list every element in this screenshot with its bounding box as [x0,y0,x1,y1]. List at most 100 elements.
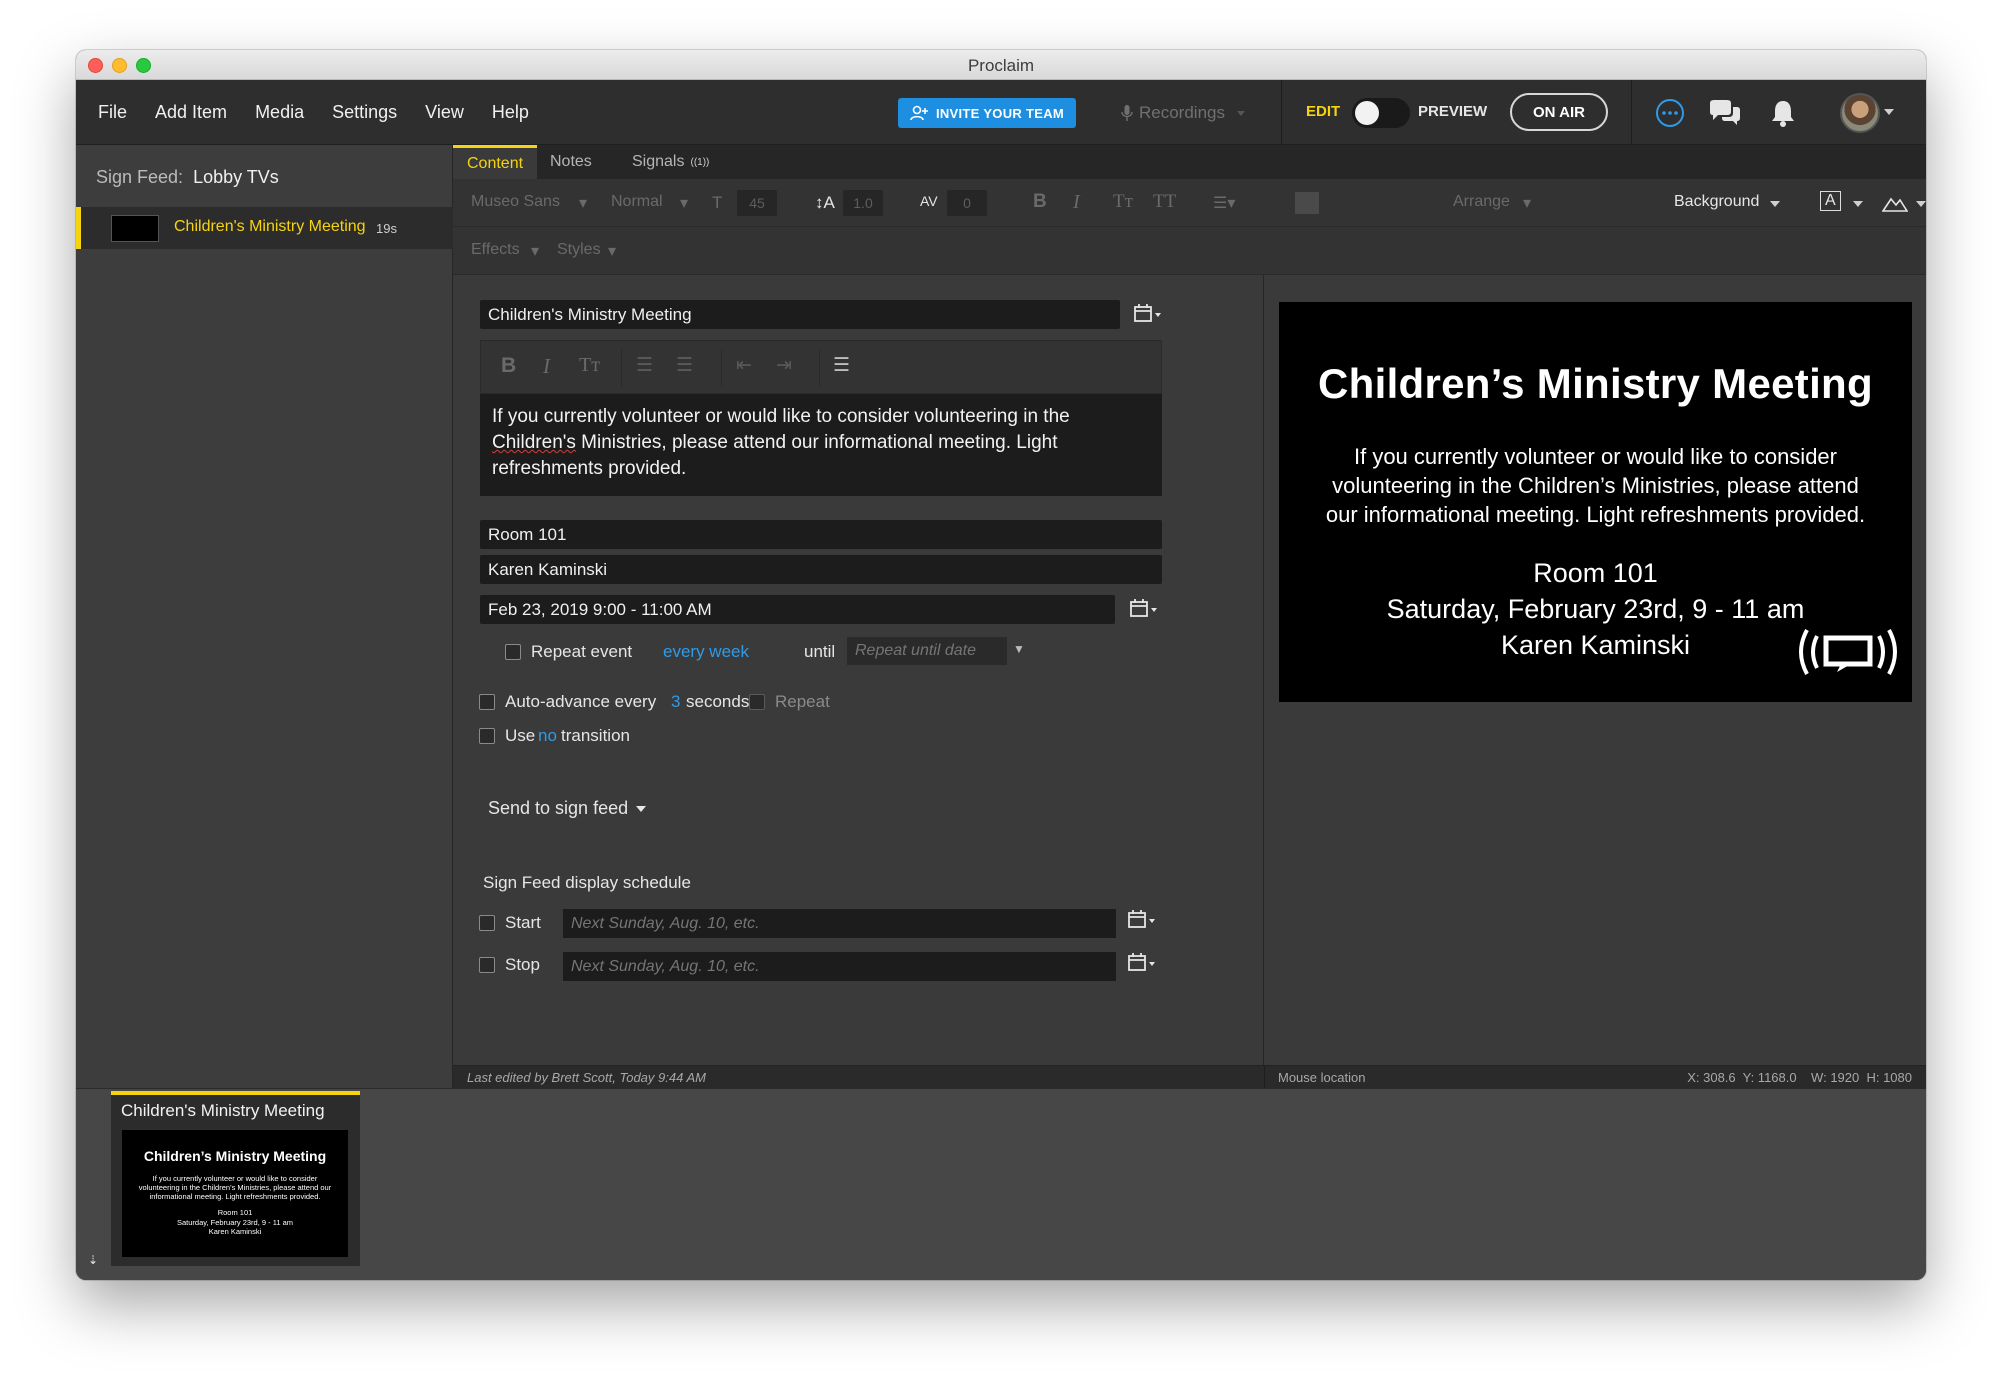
slide-card[interactable]: Children's Ministry Meeting Children’s M… [111,1091,360,1266]
menu-media[interactable]: Media [255,102,304,123]
text-case-icon[interactable]: Tт [579,354,600,377]
recordings-label: Recordings [1139,103,1225,122]
align-icon[interactable]: ☰▾ [1213,193,1235,213]
title-field[interactable]: Children's Ministry Meeting [480,300,1120,329]
outdent-icon[interactable]: ⇤ [736,354,752,377]
slide-body: If you currently volunteer or would like… [1325,444,1866,527]
text-case-icon[interactable]: Tт [1113,191,1133,213]
menu-settings[interactable]: Settings [332,102,397,123]
thumb-date: Saturday, February 23rd, 9 - 11 am [176,1217,294,1227]
stop-date-input[interactable] [563,952,1116,981]
send-to-sign-feed-dropdown[interactable]: Send to sign feed [488,798,647,819]
slide-thumbnail [111,215,159,242]
collapse-strip-icon[interactable]: ⇣ [88,1253,98,1267]
more-options-button[interactable] [1653,96,1687,130]
color-swatch[interactable] [1295,192,1319,214]
repeat-event-checkbox[interactable] [505,644,521,660]
schedule-heading: Sign Feed display schedule [483,873,691,892]
sidebar-item-childrens-ministry-meeting[interactable]: Children's Ministry Meeting 19s [76,207,453,249]
divider [721,349,722,387]
add-user-icon [910,105,928,121]
transition-type-link[interactable]: no [538,726,557,746]
editor-tabs: Content Notes Signals ((1)) [453,145,1926,179]
italic-icon[interactable]: I [543,354,550,379]
background-menu[interactable]: Background [1674,193,1759,211]
repeat-frequency-link[interactable]: every week [663,642,749,662]
on-air-button[interactable]: ON AIR [1510,93,1608,131]
divider [1264,1066,1265,1089]
sidebar: Sign Feed: Lobby TVs Children's Ministry … [76,145,453,1088]
repeat-event-label: Repeat event [531,642,633,661]
menu-view[interactable]: View [425,102,464,123]
calendar-icon[interactable] [1127,952,1161,974]
sign-feed-header[interactable]: Sign Feed: Lobby TVs [96,167,279,188]
repeat-slides-checkbox[interactable] [749,694,765,710]
datetime-field[interactable]: Feb 23, 2019 9:00 - 11:00 AM [480,595,1115,624]
tab-notes[interactable]: Notes [536,145,606,179]
start-checkbox[interactable] [479,915,495,931]
chevron-down-icon: ▾ [608,243,617,260]
slide-preview[interactable]: Children’s Ministry Meeting If you curre… [1279,302,1912,702]
start-label: Start [505,913,541,932]
chevron-down-icon[interactable] [1884,109,1894,115]
styles-menu[interactable]: Styles [557,241,601,259]
font-size-field[interactable]: 45 [737,190,777,216]
thumb-details: Room 101 Saturday, February 23rd, 9 - 11… [122,1208,348,1237]
tab-signals[interactable]: Signals ((1)) [618,145,723,179]
letter-spacing-field[interactable]: 0 [947,190,987,216]
italic-icon[interactable]: I [1073,191,1080,214]
location-field[interactable]: Room 101 [480,520,1162,549]
arrange-menu[interactable]: Arrange [1453,193,1510,211]
body-text-start: If you currently volunteer or would like… [492,406,1070,427]
auto-advance-checkbox[interactable] [479,694,495,710]
invite-team-button[interactable]: INVITE YOUR TEAM [898,98,1076,128]
bulleted-list-icon[interactable]: ☰ [636,354,653,377]
auto-advance-label: Auto-advance every [505,692,657,711]
menu-help[interactable]: Help [492,102,529,123]
bold-icon[interactable]: B [501,354,516,378]
text-options-icon[interactable]: ☰ [833,354,850,377]
contact-field[interactable]: Karen Kaminski [480,555,1162,584]
stop-label: Stop [505,955,540,974]
mouse-location-label: Mouse location [1278,1070,1366,1085]
font-family-select[interactable]: Museo Sans [471,193,560,211]
uppercase-icon[interactable]: TT [1153,191,1176,213]
notifications-button[interactable] [1766,96,1800,130]
image-mountain-icon[interactable] [1882,191,1908,213]
slide-card-thumbnail: Children’s Ministry Meeting If you curre… [122,1130,348,1257]
repeat-until-input[interactable] [847,637,1007,665]
slide-card-title: Children's Ministry Meeting [121,1101,325,1120]
sidebar-item-label: Children's Ministry Meeting [174,218,366,235]
calendar-icon[interactable] [1127,909,1161,931]
numbered-list-icon[interactable]: ☰ [676,354,693,377]
chevron-down-icon: ▾ [531,243,540,260]
bold-icon[interactable]: B [1033,191,1047,213]
font-weight-select[interactable]: Normal [611,193,663,211]
chevron-down-icon[interactable]: ▼ [1013,642,1025,656]
rich-text-toolbar: B I Tт ☰ ☰ ⇤ ⇥ ☰ [480,340,1162,394]
calendar-icon[interactable] [1129,598,1163,620]
chat-button[interactable] [1708,96,1742,130]
body-text-editor[interactable]: If you currently volunteer or would like… [480,394,1162,496]
auto-advance-seconds-link[interactable]: 3 [671,692,680,712]
font-size-icon: T [712,193,723,212]
effects-menu[interactable]: Effects [471,241,520,259]
toggle-knob [1355,101,1379,125]
start-date-input[interactable] [563,909,1116,938]
edit-preview-toggle[interactable] [1352,98,1410,128]
use-transition-checkbox[interactable] [479,728,495,744]
menu-add-item[interactable]: Add Item [155,102,227,123]
tab-content[interactable]: Content [453,145,538,179]
text-box-icon[interactable]: A [1820,191,1841,211]
menu-file[interactable]: File [98,102,127,123]
main-menu: File Add Item Media Settings View Help [98,80,529,145]
until-label: until [804,642,836,661]
user-avatar[interactable] [1840,93,1880,133]
indent-icon[interactable]: ⇥ [776,354,792,377]
chevron-down-icon: ▾ [680,195,689,212]
recordings-dropdown[interactable]: Recordings [1121,100,1245,126]
calendar-icon[interactable] [1133,303,1167,325]
stop-checkbox[interactable] [479,957,495,973]
line-height-field[interactable]: 1.0 [843,190,883,216]
chevron-down-icon: ▾ [579,195,588,212]
